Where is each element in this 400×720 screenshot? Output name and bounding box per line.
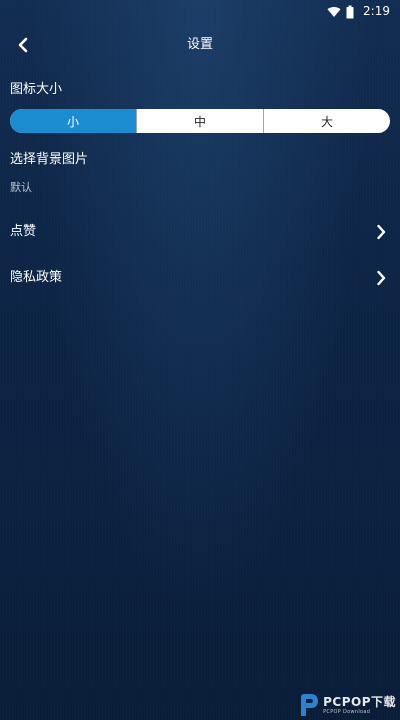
icon-size-option-medium[interactable]: 中 xyxy=(136,109,263,133)
toolbar: 设置 xyxy=(0,28,400,62)
icon-size-option-small[interactable]: 小 xyxy=(10,109,136,133)
chevron-right-icon xyxy=(374,223,388,241)
icon-size-label: 图标大小 xyxy=(10,82,63,97)
status-time: 2:19 xyxy=(363,4,390,18)
icon-size-option-large[interactable]: 大 xyxy=(263,109,390,133)
like-label: 点赞 xyxy=(10,224,37,239)
battery-icon xyxy=(345,4,359,19)
like-row[interactable]: 点赞 xyxy=(0,216,400,248)
background-current-value: 默认 xyxy=(10,181,32,194)
page-title: 设置 xyxy=(186,37,213,52)
status-icons: 2:19 xyxy=(327,3,390,19)
watermark-subtext: PCPOP Download xyxy=(323,709,371,715)
watermark-text: PCPOP下载 xyxy=(323,695,396,709)
wifi-icon xyxy=(327,4,341,18)
privacy-policy-label: 隐私政策 xyxy=(10,270,63,285)
settings-screen: 2:19 设置 图标大小 小 中 大 选择背景图片 默认 点赞 隐私政策 PCP… xyxy=(0,0,400,720)
pcpop-watermark: PCPOP下载 PCPOP Download xyxy=(296,692,396,718)
privacy-policy-row[interactable]: 隐私政策 xyxy=(0,262,400,294)
status-bar: 2:19 xyxy=(0,0,400,24)
icon-size-selector: 小 中 大 xyxy=(10,109,390,133)
pcpop-logo-icon xyxy=(301,694,319,716)
background-picker-label[interactable]: 选择背景图片 xyxy=(10,151,88,169)
chevron-right-icon xyxy=(374,269,388,287)
